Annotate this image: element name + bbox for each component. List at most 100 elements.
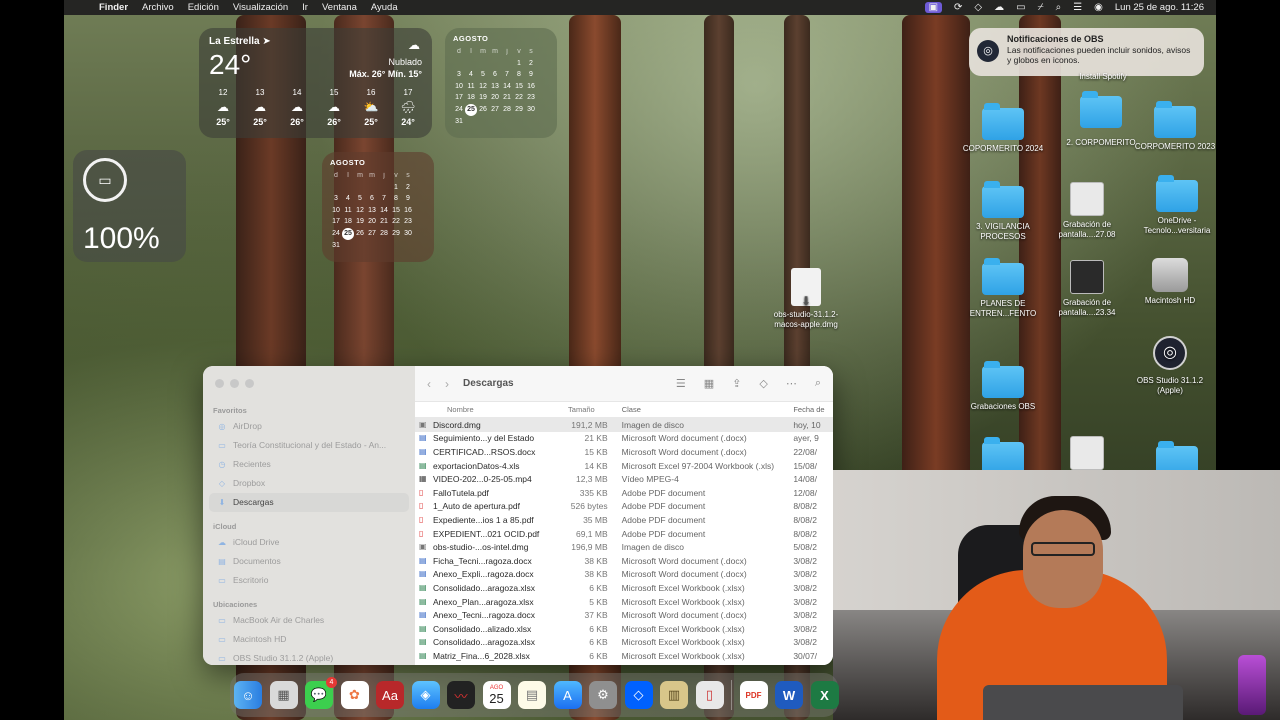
- sidebar-item-icloud-drive[interactable]: ☁ iCloud Drive: [203, 533, 415, 552]
- desktop-icon-install-spotify[interactable]: Install Spotify: [1061, 72, 1145, 82]
- desktop-folder-corpomerito-2[interactable]: 2. CORPOMERITO: [1059, 91, 1143, 148]
- menu-visualizacion[interactable]: Visualización: [233, 2, 288, 13]
- group-icon[interactable]: ▦: [704, 377, 714, 390]
- tag-icon[interactable]: ◇: [759, 377, 767, 390]
- calendar-widget[interactable]: AGOSTO d l m m j v s 1 2 3 4 5 6 7 8 9 10 11 12 13 14 15 16 17 1…: [445, 28, 557, 138]
- desktop-folder-planes[interactable]: PLANES DE ENTREN...FENTO: [961, 258, 1045, 319]
- dock-safari[interactable]: ◈: [411, 681, 440, 709]
- column-name[interactable]: Nombre: [415, 405, 564, 414]
- forward-button[interactable]: ›: [445, 377, 449, 391]
- file-row[interactable]: ▤ Anexo_Tecni...ragoza.docx 37 KB Microsoft…: [415, 608, 833, 622]
- sidebar-item-descargas[interactable]: ⬇ Descargas: [209, 493, 409, 512]
- desktop-folder-grabaciones-obs[interactable]: Grabaciones OBS: [961, 361, 1045, 412]
- more-icon[interactable]: ⋯: [786, 377, 797, 390]
- sidebar-item-airdrop[interactable]: ◎ AirDrop: [203, 417, 415, 436]
- sidebar-item-obs-studio[interactable]: ▭ OBS Studio 31.1.2 (Apple): [203, 649, 415, 665]
- dock-archive-utility[interactable]: ▥: [660, 681, 688, 709]
- sidebar-item-documentos[interactable]: ▤ Documentos: [203, 552, 415, 571]
- calendar-widget[interactable]: AGOSTO d l m m j v s 1 2 3 4 5 6 7 8 9 10 11 12 13 14 15 16 17 1…: [322, 152, 434, 262]
- dock-launchpad[interactable]: ▦: [269, 681, 298, 709]
- screen-recording-icon[interactable]: ▣: [924, 2, 943, 13]
- file-row[interactable]: ▤ Seguimiento...y del Estado 21 KB Microsof…: [415, 432, 833, 446]
- dock-word[interactable]: W: [775, 681, 803, 709]
- finder-window[interactable]: Favoritos ◎ AirDrop ▭ Teoría Constituciona…: [203, 366, 833, 665]
- dock-excel[interactable]: X: [810, 681, 839, 709]
- menu-ventana[interactable]: Ventana: [322, 2, 357, 13]
- back-button[interactable]: ‹: [427, 377, 431, 391]
- file-row[interactable]: ▤ Anexo_Expli...ragoza.docx 38 KB Microsoft…: [415, 568, 833, 582]
- battery-widget[interactable]: ▭ 100%: [73, 150, 186, 262]
- file-row[interactable]: ▣ Discord.dmg 191,2 MB Imagen de disco hoy, …: [415, 418, 833, 432]
- desktop-drive-obs-studio[interactable]: ◎ OBS Studio 31.1.2 (Apple): [1128, 336, 1212, 396]
- sidebar-item-macintosh-hd[interactable]: ▭ Macintosh HD: [203, 630, 415, 649]
- desktop-folder-onedrive[interactable]: OneDrive - Tecnolo...versitaria: [1135, 175, 1219, 236]
- file-row[interactable]: ▤ Matriz_Fina...6_2028.xlsx 6 KB Microsoft …: [415, 649, 833, 663]
- desktop-drive-macintosh-hd[interactable]: Macintosh HD: [1128, 258, 1212, 306]
- file-row[interactable]: ▤ exportacionDatos-4.xls 14 KB Microsoft Ex…: [415, 459, 833, 473]
- file-row[interactable]: ▤ Ficha_Tecni...ragoza.docx 38 KB Microsoft…: [415, 554, 833, 568]
- file-row[interactable]: ▤ Consolidado...alizado.xlsx 6 KB Microsoft…: [415, 622, 833, 636]
- weather-widget[interactable]: La Estrella ➤ 24° ☁ Nublado Máx. 26° Mín…: [199, 28, 432, 138]
- sidebar-item-macbook[interactable]: ▭ MacBook Air de Charles: [203, 611, 415, 630]
- menu-app-finder[interactable]: Finder: [99, 2, 128, 13]
- obs-notification[interactable]: ◎ Notificaciones de OBS Las notificacion…: [969, 28, 1204, 76]
- dock-dropbox[interactable]: ◇: [624, 681, 653, 709]
- siri-icon[interactable]: ◉: [1094, 2, 1103, 13]
- cloud-icon[interactable]: ☁: [994, 2, 1004, 13]
- dock-finder[interactable]: ☺: [234, 681, 262, 709]
- menu-archivo[interactable]: Archivo: [142, 2, 174, 13]
- sidebar-item-dropbox[interactable]: ◇ Dropbox: [203, 474, 415, 493]
- file-row[interactable]: ▤ Anexo_Plan...aragoza.xlsx 5 KB Microsoft …: [415, 595, 833, 609]
- column-size[interactable]: Tamaño: [564, 405, 612, 414]
- sidebar-item-escritorio[interactable]: ▭ Escritorio: [203, 571, 415, 590]
- file-row[interactable]: ▦ VIDEO-202...0-25-05.mp4 12,3 MB Vídeo MPE…: [415, 472, 833, 486]
- sidebar-item-recientes[interactable]: ◷ Recientes: [203, 455, 415, 474]
- close-button[interactable]: [215, 379, 224, 388]
- file-date: 5/08/2: [793, 542, 817, 553]
- file-row[interactable]: ▯ FalloTutela.pdf 335 KB Adobe PDF document…: [415, 486, 833, 500]
- dock-app[interactable]: ▯: [695, 681, 724, 709]
- dock-messages[interactable]: 💬 4: [305, 677, 337, 709]
- dock-app-store[interactable]: A: [553, 681, 582, 709]
- calendar-day: 11: [344, 206, 352, 214]
- wifi-off-icon[interactable]: ⌿: [1038, 2, 1044, 13]
- dock-pdf-reader[interactable]: PDF: [739, 681, 768, 709]
- menu-edicion[interactable]: Edición: [188, 2, 219, 13]
- desktop-file-grabacion-1[interactable]: Grabación de pantalla....27.08: [1045, 182, 1129, 240]
- dock-notes[interactable]: ▤: [518, 681, 546, 709]
- search-icon[interactable]: ⌕: [1056, 2, 1062, 13]
- battery-icon[interactable]: ▭: [1016, 2, 1025, 13]
- list-view-icon[interactable]: ☰: [676, 377, 686, 390]
- file-row[interactable]: ▤ Consolidado...aragoza.xlsx 6 KB Microsoft…: [415, 636, 833, 650]
- file-row[interactable]: ▤ CERTIFICAD...RSOS.docx 15 KB Microsoft Wo…: [415, 445, 833, 459]
- minimize-button[interactable]: [230, 379, 239, 388]
- zoom-button[interactable]: [245, 379, 254, 388]
- desktop-folder-corpomerito-2023[interactable]: CORPOMERITO 2023: [1133, 101, 1217, 152]
- dock-voice-memos[interactable]: 〰: [447, 681, 475, 709]
- search-icon[interactable]: ⌕: [815, 377, 821, 390]
- column-date[interactable]: Fecha de: [793, 405, 833, 414]
- menu-ir[interactable]: Ir: [302, 2, 308, 13]
- column-kind[interactable]: Clase: [612, 405, 794, 414]
- share-icon[interactable]: ⇪: [732, 377, 741, 390]
- sidebar-item-teoria[interactable]: ▭ Teoría Constitucional y del Estado - An…: [203, 436, 415, 455]
- file-row[interactable]: ▯ 1_Auto de apertura.pdf 526 bytes Adobe PD…: [415, 500, 833, 514]
- file-row[interactable]: ▤ Consolidado...aragoza.xlsx 6 KB Microsoft…: [415, 581, 833, 595]
- sync-icon[interactable]: ⟳: [954, 2, 962, 13]
- file-row[interactable]: ▣ obs-studio-...os-intel.dmg 196,9 MB Image…: [415, 540, 833, 554]
- menu-ayuda[interactable]: Ayuda: [371, 2, 398, 13]
- dock-dictionary[interactable]: Aa: [376, 681, 404, 709]
- desktop-file-thumbnail[interactable]: [1045, 436, 1129, 474]
- file-row[interactable]: ▯ Expediente...ios 1 a 85.pdf 35 MB Adobe P…: [415, 513, 833, 527]
- dropbox-menu-icon[interactable]: ◇: [974, 2, 982, 13]
- desktop-folder-vigilancia[interactable]: 3. VIGILANCIA PROCESOS: [961, 181, 1045, 242]
- desktop-file-obs-dmg[interactable]: ⬇ obs-studio-31.1.2-macos-apple.dmg: [764, 268, 848, 330]
- dock-photos[interactable]: ✿: [340, 681, 369, 709]
- desktop-folder-copormerito-2024[interactable]: COPORMERITO 2024: [961, 103, 1045, 154]
- desktop-file-grabacion-2[interactable]: Grabación de pantalla....23.34: [1045, 260, 1129, 318]
- dock-calendar[interactable]: AGO 25: [482, 681, 511, 709]
- clock[interactable]: Lun 25 de ago. 11:26: [1115, 2, 1204, 13]
- file-row[interactable]: ▯ EXPEDIENT...021 OCID.pdf 69,1 MB Adobe PD…: [415, 527, 833, 541]
- dock-system-settings[interactable]: ⚙: [589, 681, 617, 709]
- control-center-icon[interactable]: ☰: [1073, 2, 1082, 13]
